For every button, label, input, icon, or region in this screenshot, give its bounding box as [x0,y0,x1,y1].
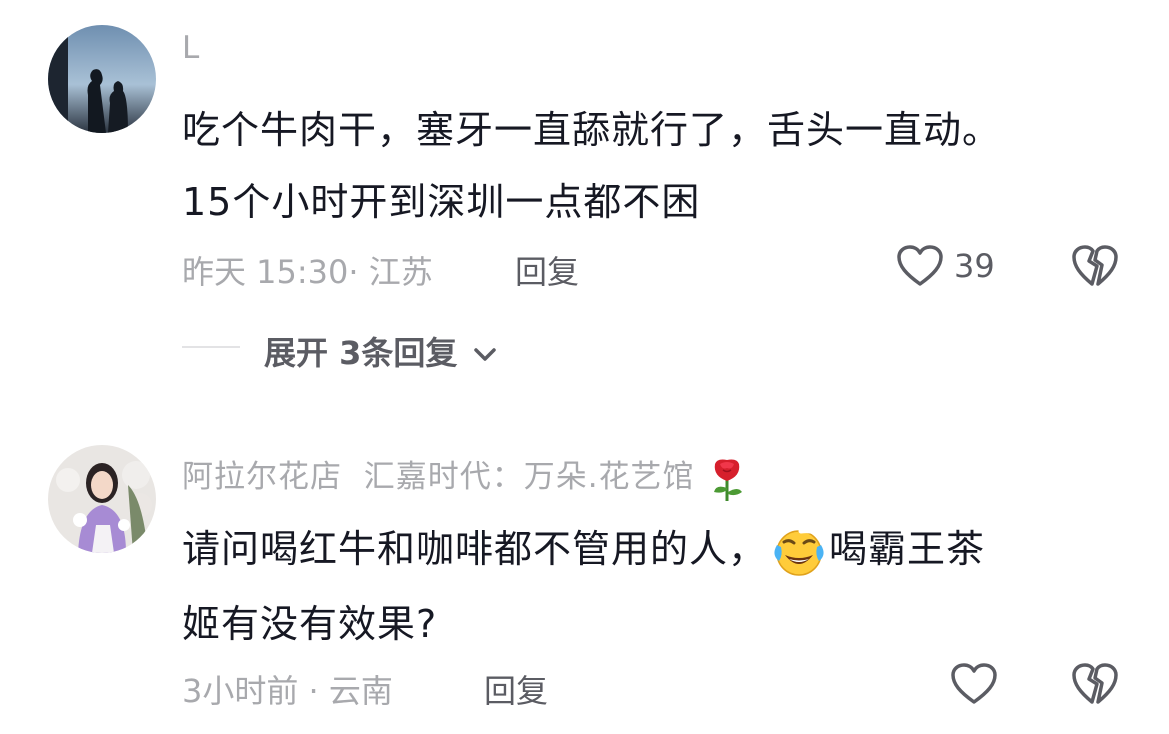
dislike-button[interactable] [1071,662,1119,706]
comment-username-text: 阿拉尔花店 汇嘉时代：万朵.花艺馆 [182,459,695,495]
expand-divider [182,346,240,348]
comment-text-line: 姬有没有效果? [182,602,438,646]
heart-outline-icon [897,245,943,286]
dislike-button[interactable] [1071,244,1119,288]
rose-emoji [714,459,743,501]
avatar[interactable] [48,25,156,133]
chevron-down-icon [473,348,496,361]
comment-time-location: 昨天 15:30· 江苏 [182,253,433,291]
heart-outline-icon [951,663,997,704]
comment-username[interactable]: L [182,30,200,66]
comment-text-line: 请问喝红牛和咖啡都不管用的人， 喝霸王茶 [182,518,985,577]
like-button[interactable] [896,244,944,288]
reply-button[interactable]: 回复 [484,666,548,712]
comment-username[interactable]: 阿拉尔花店 汇嘉时代：万朵.花艺馆 [182,451,747,502]
rolling-laugh-emoji [774,527,824,576]
comment-text-line: 15个小时开到深圳一点都不困 [182,180,701,224]
comment-text-line: 吃个牛肉干，塞牙一直舔就行了，舌头一直动。 [182,108,1002,152]
avatar[interactable] [48,445,156,553]
comment-text-part: 请问喝红牛和咖啡都不管用的人， [182,527,768,571]
comment-text-part: 喝霸王茶 [829,527,986,571]
expand-replies-button[interactable]: 展开 3条回复 [264,328,497,374]
expand-replies-label: 展开 3条回复 [264,334,458,372]
like-count: 39 [954,247,995,285]
reply-button[interactable]: 回复 [515,247,579,293]
broken-heart-icon [1072,245,1118,286]
broken-heart-icon [1072,663,1118,704]
like-button[interactable] [950,662,998,706]
comment-time-location: 3小时前 · 云南 [182,672,393,710]
